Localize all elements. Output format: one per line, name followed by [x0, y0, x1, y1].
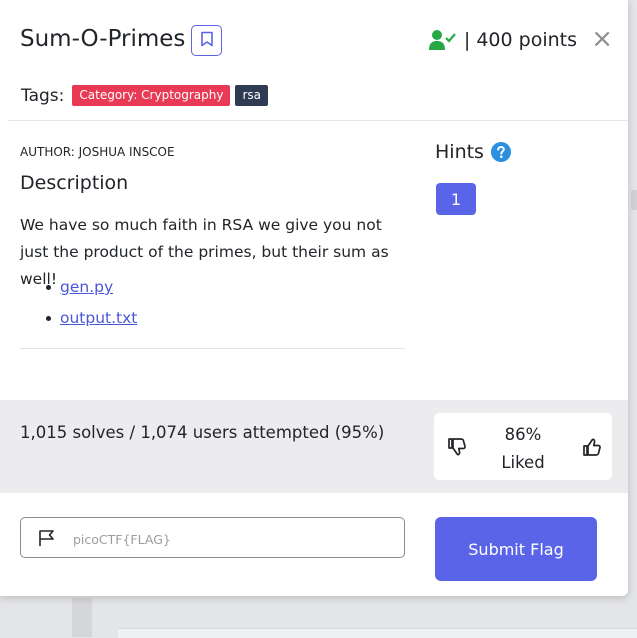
list-item: gen.py	[40, 272, 137, 303]
user-check-icon	[428, 29, 456, 51]
file-link-output-txt[interactable]: output.txt	[60, 309, 137, 327]
hints-label: Hints	[435, 141, 484, 163]
bookmark-icon	[200, 31, 214, 50]
challenge-title: Sum-O-Primes	[20, 26, 186, 52]
file-link-gen-py[interactable]: gen.py	[60, 278, 113, 296]
flag-icon	[38, 529, 56, 551]
tags-row: Tags: Category: Cryptography rsa	[21, 85, 273, 106]
author-label: AUTHOR: JOSHUA INSCOE	[20, 145, 175, 159]
like-box: 86% Liked	[434, 413, 612, 480]
help-icon[interactable]	[490, 142, 511, 162]
challenge-modal: Sum-O-Primes | 400 points × Tags: Catego…	[0, 0, 628, 596]
close-icon[interactable]: ×	[591, 26, 613, 52]
tag-category[interactable]: Category: Cryptography	[72, 85, 231, 106]
background-scroll-edge	[631, 190, 637, 210]
description-heading: Description	[20, 172, 129, 194]
hints-heading: Hints	[435, 141, 511, 163]
submit-flag-button[interactable]: Submit Flag	[435, 517, 597, 581]
file-list: gen.py output.txt	[40, 272, 137, 334]
points-text: | 400 points	[463, 29, 577, 51]
challenge-points: | 400 points	[428, 29, 577, 51]
bookmark-button[interactable]	[191, 25, 222, 56]
flag-input[interactable]	[71, 527, 395, 551]
hint-button-1[interactable]: 1	[436, 183, 476, 215]
tag-rsa[interactable]: rsa	[235, 85, 269, 106]
header-divider	[8, 120, 628, 121]
tags-label: Tags:	[21, 85, 65, 106]
description-divider	[20, 348, 405, 349]
list-item: output.txt	[40, 303, 137, 334]
flag-input-container	[20, 517, 405, 558]
thumbs-up-icon[interactable]	[582, 437, 602, 461]
background-sidebar-strip	[72, 598, 92, 637]
solves-text: 1,015 solves / 1,074 users attempted (95…	[20, 423, 385, 442]
